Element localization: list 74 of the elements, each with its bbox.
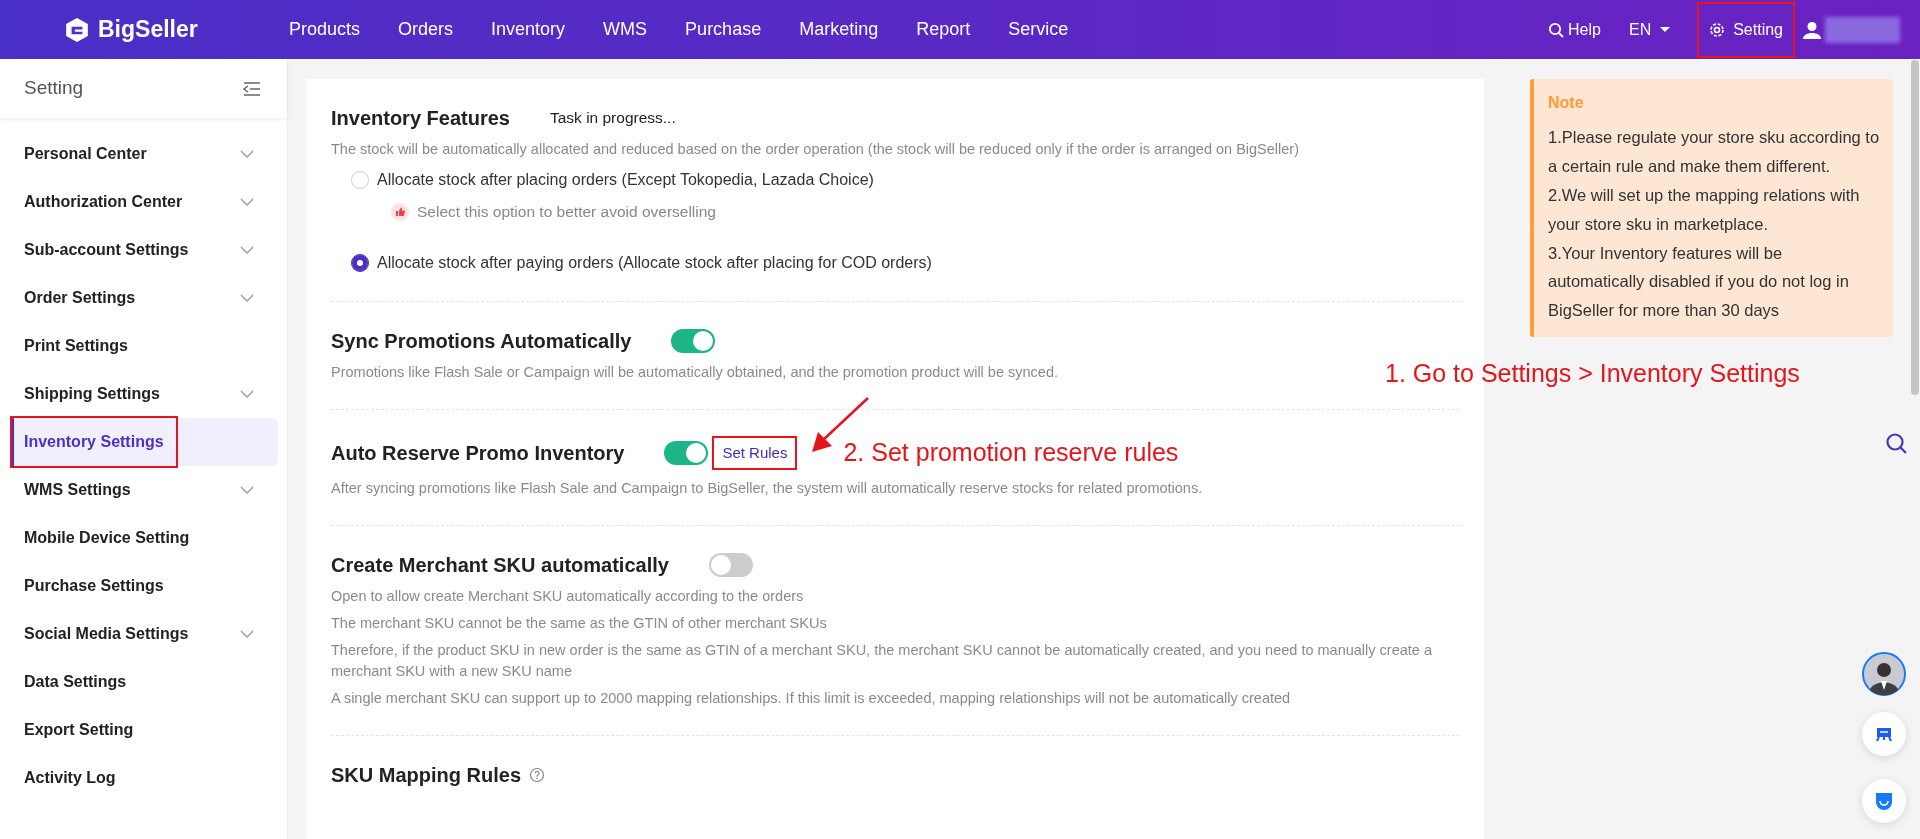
sidebar-item[interactable]: Data Settings — [0, 658, 278, 706]
chevron-icon — [240, 198, 254, 206]
section-title: SKU Mapping Rules — [331, 762, 521, 788]
sidebar-item[interactable]: Purchase Settings — [0, 562, 278, 610]
thumbs-up-icon — [391, 202, 409, 221]
user-icon — [1803, 20, 1821, 39]
sidebar-item[interactable]: Social Media Settings — [0, 610, 278, 658]
radio-button[interactable] — [351, 254, 369, 273]
nav-link[interactable]: Products — [289, 10, 361, 49]
set-rules-link[interactable]: Set Rules — [714, 437, 796, 469]
sidebar-item[interactable]: Personal Center — [0, 130, 278, 178]
note-text: 1.Please regulate your store sku according to a certain rule and make them different. — [1548, 127, 1881, 177]
description-text: The merchant SKU cannot be the same as the GTIN of other merchant SKUs — [331, 613, 827, 633]
note-title: Note — [1548, 93, 1585, 113]
logo-icon — [64, 16, 90, 43]
annotation-text: 2. Set promotion reserve rules — [843, 437, 1179, 469]
toggle-switch[interactable] — [671, 329, 716, 354]
description-text: A single merchant SKU can support up to 2000 mapping relationships. If this limit is exceeded, mapping relationships will not be automatically created — [331, 688, 1291, 708]
assistant-button[interactable] — [1862, 779, 1906, 823]
chevron-icon — [240, 294, 254, 302]
toggle-switch[interactable] — [708, 552, 753, 577]
sidebar-item[interactable]: Order Settings — [0, 274, 278, 322]
sidebar-item[interactable]: Inventory Settings — [10, 418, 278, 466]
hint-text: Select this option to better avoid overselling — [417, 202, 716, 222]
chevron-icon — [240, 486, 254, 494]
nav-link[interactable]: WMS — [603, 10, 648, 49]
nav-link[interactable]: Service — [1008, 10, 1069, 49]
smile-icon — [1874, 791, 1894, 811]
chevron-icon — [240, 630, 254, 638]
search-icon[interactable] — [1885, 432, 1907, 454]
setting-button[interactable]: Setting — [1699, 3, 1793, 56]
description-text: Promotions like Flash Sale or Campaign will be automatically obtained, and the promotion product will be synced. — [331, 363, 1058, 383]
description-text: The stock will be automatically allocated and reduced based on the order operation (the stock will be reduced only if the order is arranged on BigSeller) — [331, 140, 1300, 159]
help-link[interactable]: Help — [1542, 16, 1607, 43]
language-dropdown[interactable]: EN — [1622, 16, 1678, 43]
section-title: Inventory Features — [331, 106, 510, 131]
annotation-text: 1. Go to Settings > Inventory Settings — [1385, 358, 1800, 389]
note-text: 2.We will set up the mapping relations with your store sku in marketplace. — [1548, 184, 1861, 235]
sidebar-title: Setting — [24, 76, 84, 101]
sidebar-item[interactable]: Export Setting — [0, 706, 278, 754]
logo-text: BigSeller — [98, 15, 198, 45]
nav-link[interactable]: Marketing — [799, 10, 879, 49]
nav-link[interactable]: Report — [916, 10, 971, 49]
board-icon — [1875, 726, 1893, 742]
description-text: After syncing promotions like Flash Sale and Campaign to BigSeller, the system will automatically reserve stocks for related promotions. — [331, 478, 1203, 498]
nav-link[interactable]: Inventory — [491, 10, 566, 49]
toggle-switch[interactable] — [664, 441, 709, 466]
help-icon[interactable] — [529, 766, 545, 783]
section-title: Create Merchant SKU automatically — [331, 552, 669, 578]
option-label: Allocate stock after paying orders (Allocate stock after placing for COD orders) — [377, 253, 932, 274]
sidebar-item[interactable]: Print Settings — [0, 322, 278, 370]
section-title: Sync Promotions Automatically — [331, 329, 632, 355]
chevron-icon — [240, 150, 254, 158]
sidebar-item[interactable]: Activity Log — [0, 754, 278, 802]
nav-link[interactable]: Orders — [398, 10, 454, 49]
sidebar-item[interactable]: Mobile Device Setting — [0, 514, 278, 562]
collapse-icon[interactable] — [243, 81, 261, 96]
nav-link[interactable]: Purchase — [685, 10, 762, 49]
section-title: Auto Reserve Promo Inventory — [331, 441, 625, 467]
feedback-button[interactable] — [1862, 712, 1906, 756]
sidebar-item[interactable]: WMS Settings — [0, 466, 278, 514]
sidebar-item[interactable]: Sub-account Settings — [0, 226, 278, 274]
description-text: Open to allow create Merchant SKU automatically according to the orders — [331, 586, 804, 606]
chevron-icon — [240, 246, 254, 254]
option-label: Allocate stock after placing orders (Except Tokopedia, Lazada Choice) — [377, 170, 874, 190]
sidebar-item[interactable]: Shipping Settings — [0, 370, 278, 418]
description-text: Therefore, if the product SKU in new order is the same as GTIN of a merchant SKU, the merchant SKU cannot be automatically created, and you need to manually create a merchant SKU with a new SKU name — [331, 640, 1433, 681]
gear-icon — [1709, 21, 1726, 38]
caret-icon — [1659, 26, 1672, 33]
note-text: 3.Your Inventory features will be automatically disabled if you do not log in BigSeller for more than 30 days — [1548, 242, 1850, 322]
chevron-icon — [240, 390, 254, 398]
sidebar-item[interactable]: Authorization Center — [0, 178, 278, 226]
search-icon — [1548, 21, 1565, 38]
status-text: Task in progress... — [549, 108, 676, 129]
